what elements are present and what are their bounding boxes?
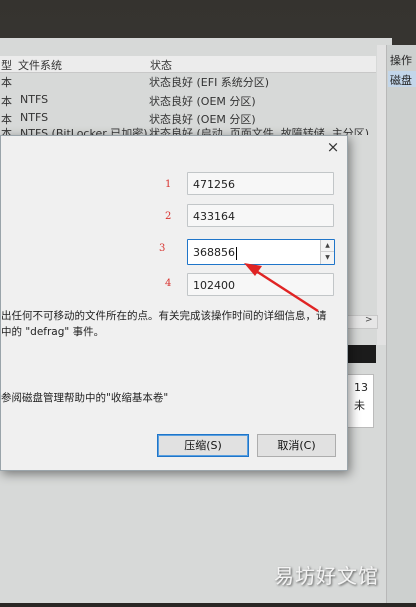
disk-info-status: 未: [354, 399, 365, 412]
shrink-amount-input[interactable]: 368856 ▲ ▼: [187, 239, 335, 265]
volume-row[interactable]: 本 NTFS (BitLocker 已加密) 状态良好 (启动, 页面文件, 故…: [0, 124, 376, 135]
available-shrink-field: 433164: [187, 204, 334, 227]
disk-info-number: 13: [354, 381, 368, 394]
row-filesystem: NTFS: [20, 93, 49, 106]
text-caret: [236, 246, 237, 260]
shrink-amount-value: 368856: [193, 246, 235, 259]
row-type: 本: [1, 95, 12, 108]
row-filesystem: NTFS (BitLocker 已加密): [20, 127, 148, 135]
chevron-right-icon[interactable]: >: [365, 315, 373, 325]
row-status: 状态良好 (OEM 分区): [149, 95, 256, 108]
column-type[interactable]: 型: [1, 57, 12, 73]
annotation-number: 1: [165, 179, 172, 190]
post-shrink-size-field: 102400: [187, 273, 334, 296]
row-status: 状态良好 (EFI 系统分区): [149, 76, 270, 89]
actions-item-label: 磁盘: [390, 74, 412, 87]
volume-row[interactable]: 本 NTFS 状态良好 (OEM 分区): [0, 92, 376, 109]
row-type: 本: [1, 127, 12, 135]
column-status[interactable]: 状态: [150, 57, 172, 73]
total-size-field: 471256: [187, 172, 334, 195]
cancel-button[interactable]: 取消(C): [257, 434, 336, 457]
description-line: 出任何不可移动的文件所在的点。有关完成该操作时间的详细信息，请: [1, 310, 327, 322]
disk-info-cell[interactable]: 13 未: [346, 374, 374, 428]
row-filesystem: NTFS: [20, 111, 49, 124]
annotation-number: 3: [159, 243, 166, 254]
annotation-number: 2: [165, 211, 172, 222]
disk-bar: [346, 345, 376, 363]
watermark: 易坊好文馆: [274, 564, 379, 588]
annotation-number: 4: [165, 278, 172, 289]
shrink-volume-dialog: × 1 471256 2 433164 3 368856 ▲ ▼ 4 10240…: [0, 135, 348, 471]
stepper-up-icon[interactable]: ▲: [321, 240, 334, 252]
row-status: 状态良好 (启动, 页面文件, 故障转储, 主分区): [149, 127, 370, 135]
shrink-amount-stepper[interactable]: ▲ ▼: [320, 240, 334, 264]
description-line: 中的 "defrag" 事件。: [1, 326, 105, 338]
help-reference-text: 参阅磁盘管理帮助中的"收缩基本卷": [1, 392, 169, 404]
vertical-scrollbar[interactable]: [377, 45, 386, 345]
actions-pane: 操作 磁盘: [386, 45, 416, 603]
stepper-down-icon[interactable]: ▼: [321, 252, 334, 264]
actions-item-disk[interactable]: 磁盘: [388, 71, 416, 87]
shrink-button[interactable]: 压缩(S): [157, 434, 249, 457]
actions-header: 操作: [390, 54, 412, 67]
horizontal-scrollbar[interactable]: >: [346, 315, 378, 329]
row-type: 本: [1, 76, 12, 89]
volume-table-header: 型 文件系统 状态: [0, 56, 376, 73]
close-icon[interactable]: ×: [324, 138, 342, 156]
volume-row[interactable]: 本 状态良好 (EFI 系统分区): [0, 73, 376, 90]
column-filesystem[interactable]: 文件系统: [18, 57, 62, 73]
